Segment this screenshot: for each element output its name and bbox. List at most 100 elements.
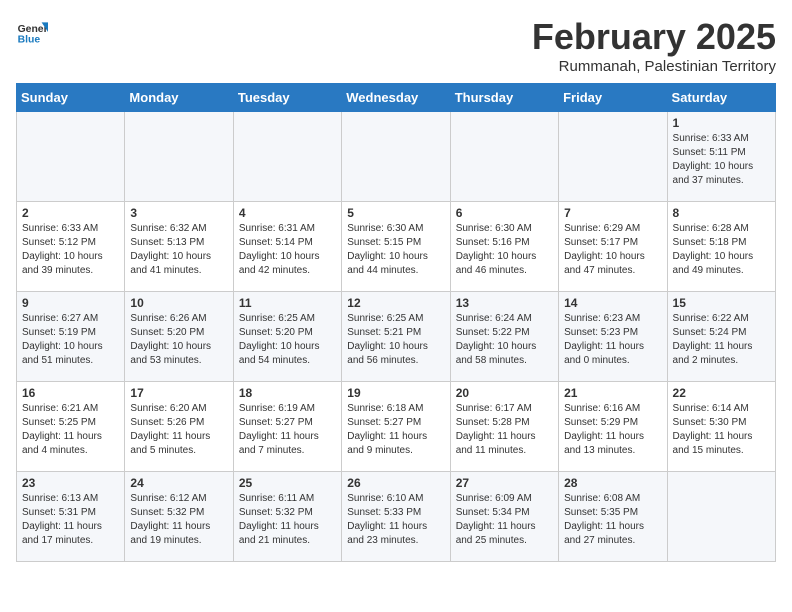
calendar-cell: 19Sunrise: 6:18 AM Sunset: 5:27 PM Dayli… (342, 382, 450, 472)
day-info: Sunrise: 6:25 AM Sunset: 5:20 PM Dayligh… (239, 312, 336, 368)
calendar-cell: 23 Sunrise: 6:13 AM Sunset: 5:31 PM Dayli… (17, 472, 125, 562)
day-header-row: SundayMondayTuesdayWednesdayThursdayFrid… (17, 84, 776, 112)
calendar-cell: 3 Sunrise: 6:32 AM Sunset: 5:13 PM Daylig… (125, 202, 233, 292)
day-info: Sunrise: 6:23 AM Sunset: 5:23 PM Dayligh… (564, 312, 661, 368)
calendar-cell (450, 112, 558, 202)
day-number: 2 (22, 206, 119, 220)
week-row-1: 1 Sunrise: 6:33 AM Sunset: 5:11 PM Daylig… (17, 112, 776, 202)
calendar-cell: 28Sunrise: 6:08 AM Sunset: 5:35 PM Dayli… (559, 472, 667, 562)
day-number: 6 (456, 206, 553, 220)
day-header-sunday: Sunday (17, 84, 125, 112)
day-number: 25 (239, 476, 336, 490)
day-info: Sunrise: 6:30 AM Sunset: 5:15 PM Dayligh… (347, 222, 444, 278)
day-info: Sunrise: 6:33 AM Sunset: 5:12 PM Dayligh… (22, 222, 119, 278)
calendar-cell: 11Sunrise: 6:25 AM Sunset: 5:20 PM Dayli… (233, 292, 341, 382)
day-info: Sunrise: 6:30 AM Sunset: 5:16 PM Dayligh… (456, 222, 553, 278)
calendar-cell (233, 112, 341, 202)
calendar-cell (342, 112, 450, 202)
day-number: 15 (673, 296, 770, 310)
calendar-cell: 7 Sunrise: 6:29 AM Sunset: 5:17 PM Daylig… (559, 202, 667, 292)
day-info: Sunrise: 6:32 AM Sunset: 5:13 PM Dayligh… (130, 222, 227, 278)
day-header-saturday: Saturday (667, 84, 775, 112)
calendar-cell: 4 Sunrise: 6:31 AM Sunset: 5:14 PM Daylig… (233, 202, 341, 292)
day-info: Sunrise: 6:25 AM Sunset: 5:21 PM Dayligh… (347, 312, 444, 368)
week-row-3: 9 Sunrise: 6:27 AM Sunset: 5:19 PM Daylig… (17, 292, 776, 382)
calendar-cell: 2 Sunrise: 6:33 AM Sunset: 5:12 PM Daylig… (17, 202, 125, 292)
calendar-cell (125, 112, 233, 202)
day-info: Sunrise: 6:17 AM Sunset: 5:28 PM Dayligh… (456, 402, 553, 458)
calendar-cell: 15 Sunrise: 6:22 AM Sunset: 5:24 PM Dayli… (667, 292, 775, 382)
day-info: Sunrise: 6:10 AM Sunset: 5:33 PM Dayligh… (347, 492, 444, 548)
title-block: February 2025 Rummanah, Palestinian Terr… (532, 16, 776, 75)
calendar-cell: 22 Sunrise: 6:14 AM Sunset: 5:30 PM Dayli… (667, 382, 775, 472)
calendar-table: SundayMondayTuesdayWednesdayThursdayFrid… (16, 83, 776, 562)
calendar-cell (559, 112, 667, 202)
day-header-wednesday: Wednesday (342, 84, 450, 112)
calendar-cell: 12Sunrise: 6:25 AM Sunset: 5:21 PM Dayli… (342, 292, 450, 382)
day-number: 5 (347, 206, 444, 220)
day-number: 26 (347, 476, 444, 490)
month-title: February 2025 (532, 16, 776, 58)
calendar-cell: 17 Sunrise: 6:20 AM Sunset: 5:26 PM Dayli… (125, 382, 233, 472)
day-info: Sunrise: 6:26 AM Sunset: 5:20 PM Dayligh… (130, 312, 227, 368)
day-number: 18 (239, 386, 336, 400)
day-number: 22 (673, 386, 770, 400)
calendar-cell: 25 Sunrise: 6:11 AM Sunset: 5:32 PM Dayli… (233, 472, 341, 562)
day-number: 17 (130, 386, 227, 400)
day-header-tuesday: Tuesday (233, 84, 341, 112)
week-row-4: 16 Sunrise: 6:21 AM Sunset: 5:25 PM Dayli… (17, 382, 776, 472)
calendar-cell (17, 112, 125, 202)
day-info: Sunrise: 6:33 AM Sunset: 5:11 PM Dayligh… (673, 132, 770, 188)
day-info: Sunrise: 6:11 AM Sunset: 5:32 PM Dayligh… (239, 492, 336, 548)
day-header-thursday: Thursday (450, 84, 558, 112)
day-info: Sunrise: 6:22 AM Sunset: 5:24 PM Dayligh… (673, 312, 770, 368)
day-number: 27 (456, 476, 553, 490)
day-number: 24 (130, 476, 227, 490)
day-number: 3 (130, 206, 227, 220)
calendar-cell: 16 Sunrise: 6:21 AM Sunset: 5:25 PM Dayli… (17, 382, 125, 472)
calendar-cell: 27 Sunrise: 6:09 AM Sunset: 5:34 PM Dayli… (450, 472, 558, 562)
calendar-cell: 14 Sunrise: 6:23 AM Sunset: 5:23 PM Dayli… (559, 292, 667, 382)
calendar-cell: 6 Sunrise: 6:30 AM Sunset: 5:16 PM Daylig… (450, 202, 558, 292)
calendar-cell: 18 Sunrise: 6:19 AM Sunset: 5:27 PM Dayli… (233, 382, 341, 472)
svg-text:Blue: Blue (18, 34, 41, 45)
day-number: 14 (564, 296, 661, 310)
day-info: Sunrise: 6:19 AM Sunset: 5:27 PM Dayligh… (239, 402, 336, 458)
calendar-cell: 20 Sunrise: 6:17 AM Sunset: 5:28 PM Dayli… (450, 382, 558, 472)
calendar-cell (667, 472, 775, 562)
day-number: 19 (347, 386, 444, 400)
week-row-5: 23 Sunrise: 6:13 AM Sunset: 5:31 PM Dayli… (17, 472, 776, 562)
day-header-friday: Friday (559, 84, 667, 112)
page-header: General Blue February 2025 Rummanah, Pal… (16, 16, 776, 75)
day-info: Sunrise: 6:21 AM Sunset: 5:25 PM Dayligh… (22, 402, 119, 458)
day-info: Sunrise: 6:27 AM Sunset: 5:19 PM Dayligh… (22, 312, 119, 368)
logo-icon: General Blue (16, 16, 48, 48)
calendar-cell: 13Sunrise: 6:24 AM Sunset: 5:22 PM Dayli… (450, 292, 558, 382)
calendar-cell: 8 Sunrise: 6:28 AM Sunset: 5:18 PM Daylig… (667, 202, 775, 292)
day-number: 20 (456, 386, 553, 400)
day-number: 23 (22, 476, 119, 490)
calendar-body: 1 Sunrise: 6:33 AM Sunset: 5:11 PM Daylig… (17, 112, 776, 562)
day-number: 8 (673, 206, 770, 220)
day-number: 9 (22, 296, 119, 310)
calendar-cell: 26 Sunrise: 6:10 AM Sunset: 5:33 PM Dayli… (342, 472, 450, 562)
day-number: 1 (673, 116, 770, 130)
day-number: 10 (130, 296, 227, 310)
day-info: Sunrise: 6:28 AM Sunset: 5:18 PM Dayligh… (673, 222, 770, 278)
day-info: Sunrise: 6:14 AM Sunset: 5:30 PM Dayligh… (673, 402, 770, 458)
day-info: Sunrise: 6:13 AM Sunset: 5:31 PM Dayligh… (22, 492, 119, 548)
day-number: 7 (564, 206, 661, 220)
calendar-cell: 1 Sunrise: 6:33 AM Sunset: 5:11 PM Daylig… (667, 112, 775, 202)
day-info: Sunrise: 6:31 AM Sunset: 5:14 PM Dayligh… (239, 222, 336, 278)
day-info: Sunrise: 6:29 AM Sunset: 5:17 PM Dayligh… (564, 222, 661, 278)
day-number: 16 (22, 386, 119, 400)
logo: General Blue (16, 16, 48, 48)
day-info: Sunrise: 6:09 AM Sunset: 5:34 PM Dayligh… (456, 492, 553, 548)
calendar-cell: 21Sunrise: 6:16 AM Sunset: 5:29 PM Dayli… (559, 382, 667, 472)
day-info: Sunrise: 6:20 AM Sunset: 5:26 PM Dayligh… (130, 402, 227, 458)
location-subtitle: Rummanah, Palestinian Territory (532, 58, 776, 75)
day-number: 4 (239, 206, 336, 220)
day-info: Sunrise: 6:12 AM Sunset: 5:32 PM Dayligh… (130, 492, 227, 548)
calendar-header: SundayMondayTuesdayWednesdayThursdayFrid… (17, 84, 776, 112)
calendar-cell: 10 Sunrise: 6:26 AM Sunset: 5:20 PM Dayli… (125, 292, 233, 382)
